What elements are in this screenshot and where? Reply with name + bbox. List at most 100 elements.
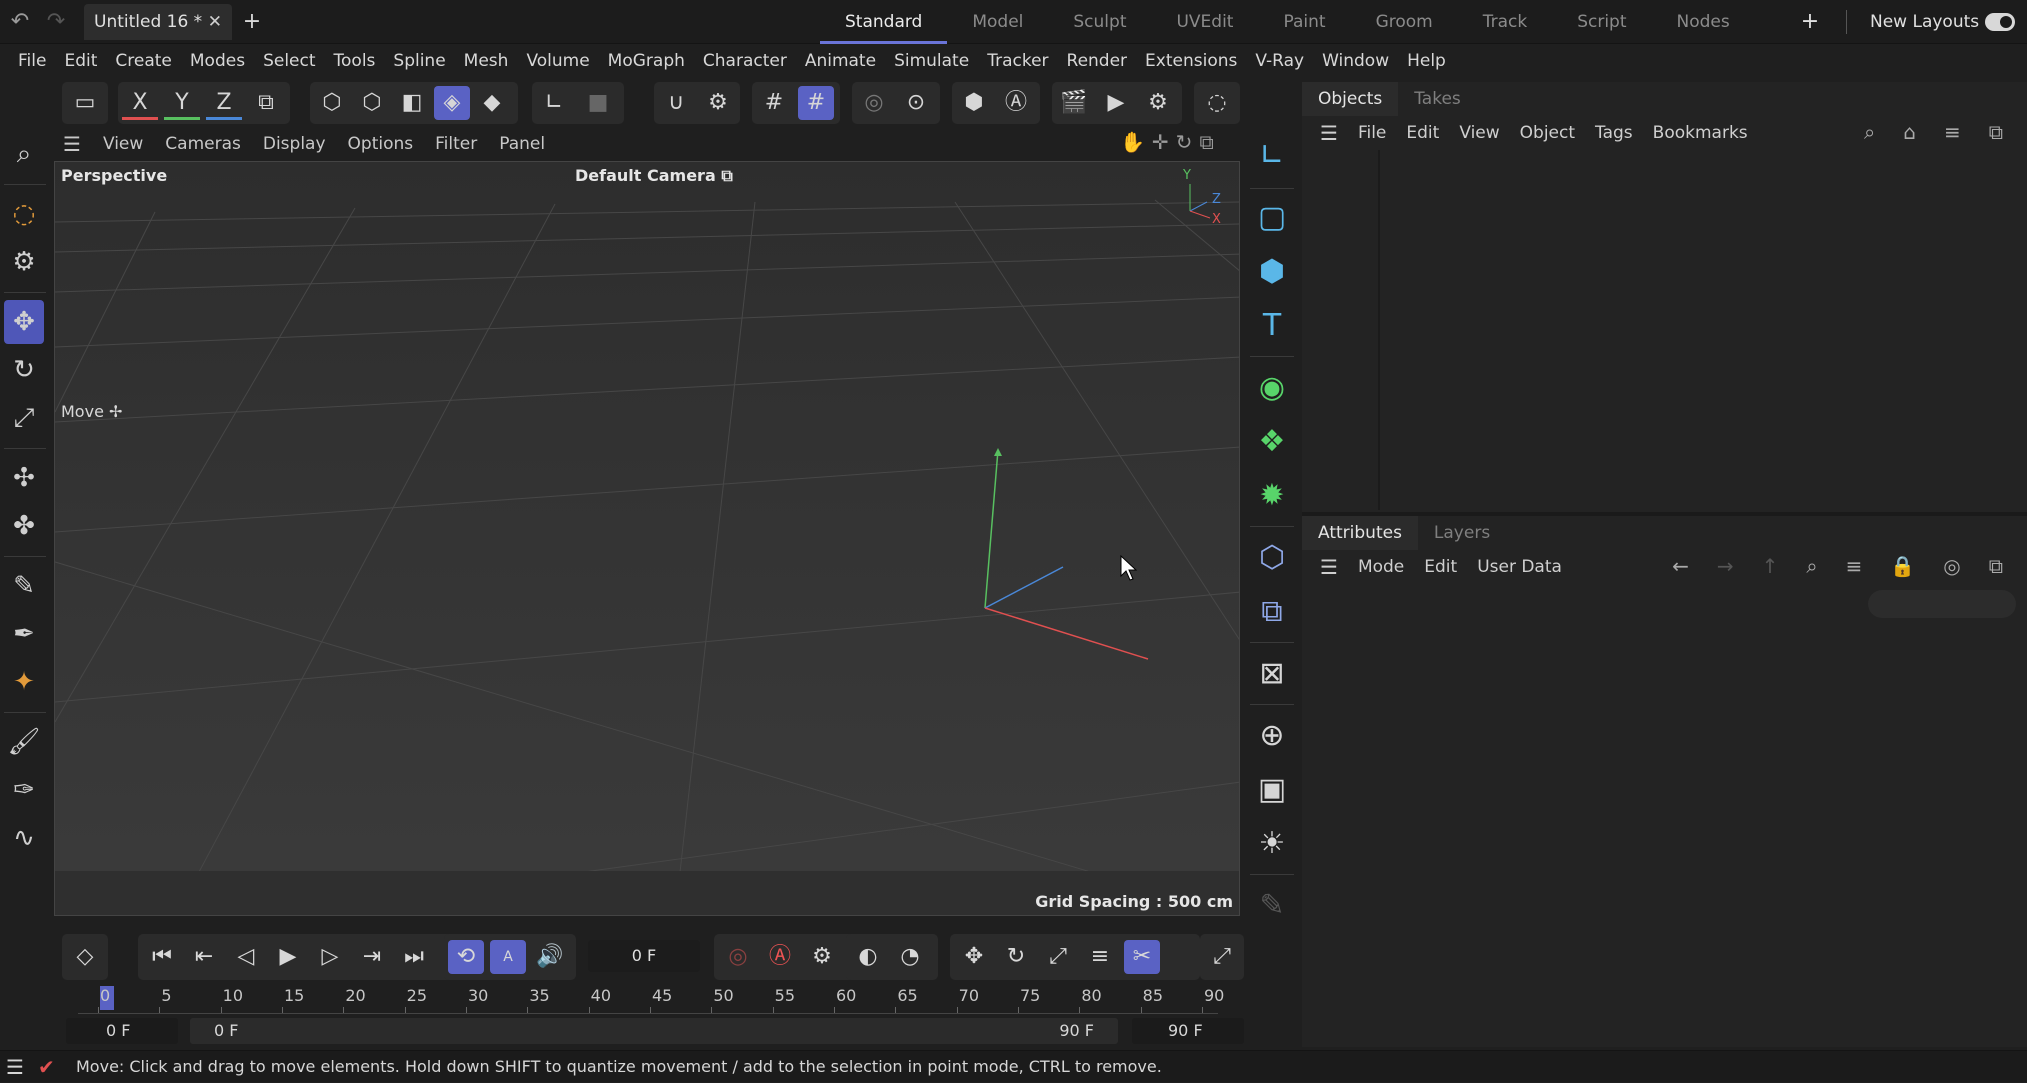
scene-camera-icon[interactable]: ▣: [1250, 766, 1294, 814]
record-settings-icon[interactable]: ⚙: [804, 940, 840, 974]
layout-tab-model[interactable]: Model: [947, 0, 1048, 44]
axis-x-button[interactable]: X: [122, 86, 158, 120]
filter-icon[interactable]: ≡: [1836, 554, 1881, 578]
view-name[interactable]: Perspective: [61, 166, 167, 185]
search-icon[interactable]: ⌕: [4, 132, 44, 176]
polygons-mode-icon[interactable]: ◧: [394, 86, 430, 120]
attribute-search-field[interactable]: [1868, 590, 2016, 618]
range-start-field[interactable]: 0 F: [66, 1018, 178, 1044]
menu-file[interactable]: File: [9, 45, 55, 77]
layout-tab-standard[interactable]: Standard: [820, 0, 948, 44]
home-icon[interactable]: ⌂: [1893, 120, 1934, 144]
autokey-icon[interactable]: Ⓐ: [762, 940, 798, 974]
points-mode-icon[interactable]: ⬡: [314, 86, 350, 120]
objects-menu-edit[interactable]: Edit: [1396, 123, 1449, 143]
paint-brush-icon[interactable]: 🖌: [4, 720, 44, 764]
back-arrow-icon[interactable]: ←: [1662, 554, 1707, 578]
objects-menu-view[interactable]: View: [1449, 123, 1509, 143]
attributes-menu-edit[interactable]: Edit: [1414, 557, 1467, 577]
magnet-icon[interactable]: ∪: [658, 86, 694, 120]
box-icon[interactable]: ▭: [67, 86, 103, 120]
range-end-field[interactable]: 90 F: [1132, 1018, 1244, 1044]
current-frame-field[interactable]: 0 F: [588, 940, 700, 972]
layout-tab-track[interactable]: Track: [1458, 0, 1552, 44]
mouse-icon[interactable]: ◐: [850, 940, 886, 974]
motion-icon[interactable]: ◔: [892, 940, 928, 974]
layout-tab-nodes[interactable]: Nodes: [1652, 0, 1755, 44]
spline-sketch-icon[interactable]: ✒: [4, 612, 44, 656]
new-window-icon[interactable]: ⧉: [1979, 120, 2021, 144]
keyframe-icon[interactable]: ◇: [67, 940, 103, 974]
workplane-icon[interactable]: ■: [580, 86, 616, 120]
play-icon[interactable]: ▶: [270, 940, 306, 974]
hamburger-icon[interactable]: ☰: [52, 132, 92, 156]
layout-tab-groom[interactable]: Groom: [1351, 0, 1458, 44]
tab-takes[interactable]: Takes: [1398, 82, 1477, 116]
deformer-icon[interactable]: ✹: [1250, 472, 1294, 520]
viewport-menu-cameras[interactable]: Cameras: [154, 134, 252, 154]
cube-icon[interactable]: ⬢: [1250, 248, 1294, 296]
render-picture-viewer-icon[interactable]: ▶: [1098, 86, 1134, 120]
menu-mograph[interactable]: MoGraph: [599, 45, 694, 77]
menu-create[interactable]: Create: [106, 45, 181, 77]
generator-icon[interactable]: ◉: [1250, 364, 1294, 412]
knife-tool-icon[interactable]: ✑: [4, 768, 44, 812]
key-parameter-icon[interactable]: ≡: [1082, 940, 1118, 974]
filter-icon[interactable]: ≡: [1934, 120, 1979, 144]
texture-mode-icon[interactable]: ◆: [474, 86, 510, 120]
search-icon[interactable]: ⌕: [1854, 120, 1893, 144]
attributes-menu-user-data[interactable]: User Data: [1467, 557, 1572, 577]
viewport-menu-view[interactable]: View: [92, 134, 154, 154]
key-pla-icon[interactable]: ✂: [1124, 940, 1160, 974]
text-icon[interactable]: T: [1250, 302, 1294, 350]
layout-tab-paint[interactable]: Paint: [1258, 0, 1350, 44]
edit-icon[interactable]: ✎: [1250, 882, 1294, 930]
menu-tools[interactable]: Tools: [325, 45, 385, 77]
menu-select[interactable]: Select: [254, 45, 324, 77]
workplane-snap-icon[interactable]: #: [798, 86, 834, 120]
dolly-icon[interactable]: ✛: [1152, 130, 1176, 154]
viewport[interactable]: Y Z X Perspective Default Camera ⧉ Move …: [54, 161, 1240, 916]
go-to-start-icon[interactable]: ⏮: [144, 940, 180, 974]
tool-settings-icon[interactable]: ⚙: [4, 240, 44, 284]
menu-tracker[interactable]: Tracker: [978, 45, 1057, 77]
scale-tool-icon[interactable]: ⤢: [4, 396, 44, 440]
timeline-editor-icon[interactable]: ⤢: [1204, 940, 1240, 974]
orbit-icon[interactable]: ↻: [1176, 130, 1200, 154]
layout-tab-script[interactable]: Script: [1552, 0, 1651, 44]
transfer-tool-icon[interactable]: ✣: [4, 456, 44, 500]
auto-keying-mode-icon[interactable]: A: [490, 940, 526, 974]
layout-tab-uvedit[interactable]: UVEdit: [1151, 0, 1258, 44]
spline-pen-icon[interactable]: ✎: [4, 564, 44, 608]
sound-icon[interactable]: 🔊: [532, 940, 568, 974]
hamburger-icon[interactable]: ☰: [1310, 555, 1348, 579]
undo-icon[interactable]: ↶: [6, 8, 34, 36]
tab-objects[interactable]: Objects: [1302, 82, 1399, 116]
menu-render[interactable]: Render: [1058, 45, 1137, 77]
viewport-solo-icon[interactable]: ⊙: [898, 86, 934, 120]
previous-key-icon[interactable]: ⇤: [186, 940, 222, 974]
move-tool-icon[interactable]: ✥: [4, 300, 44, 344]
menu-edit[interactable]: Edit: [55, 45, 106, 77]
menu-volume[interactable]: Volume: [517, 45, 598, 77]
objects-menu-file[interactable]: File: [1348, 123, 1396, 143]
menu-character[interactable]: Character: [694, 45, 796, 77]
spline-tools-icon[interactable]: ✦: [4, 660, 44, 704]
placement-tool-icon[interactable]: ✤: [4, 504, 44, 548]
add-layout-icon[interactable]: +: [1796, 8, 1824, 36]
render-view-icon[interactable]: 🎬: [1056, 86, 1092, 120]
camera-name[interactable]: Default Camera ⧉: [575, 166, 733, 186]
object-list[interactable]: [1302, 150, 2027, 510]
snap-settings-icon[interactable]: ⚙: [700, 86, 736, 120]
loop-icon[interactable]: ⟲: [448, 940, 484, 974]
grid-snap-icon[interactable]: #: [756, 86, 792, 120]
menu-simulate[interactable]: Simulate: [885, 45, 978, 77]
key-rotation-icon[interactable]: ↻: [998, 940, 1034, 974]
objects-menu-tags[interactable]: Tags: [1585, 123, 1643, 143]
environment-icon[interactable]: ⊠: [1250, 650, 1294, 698]
record-active-icon[interactable]: ◎: [720, 940, 756, 974]
viewport-menu-options[interactable]: Options: [337, 134, 425, 154]
render-settings-icon[interactable]: ⚙: [1140, 86, 1176, 120]
spline-rectangle-icon[interactable]: ▢: [1250, 194, 1294, 242]
auto-key-icon[interactable]: Ⓐ: [998, 86, 1034, 120]
